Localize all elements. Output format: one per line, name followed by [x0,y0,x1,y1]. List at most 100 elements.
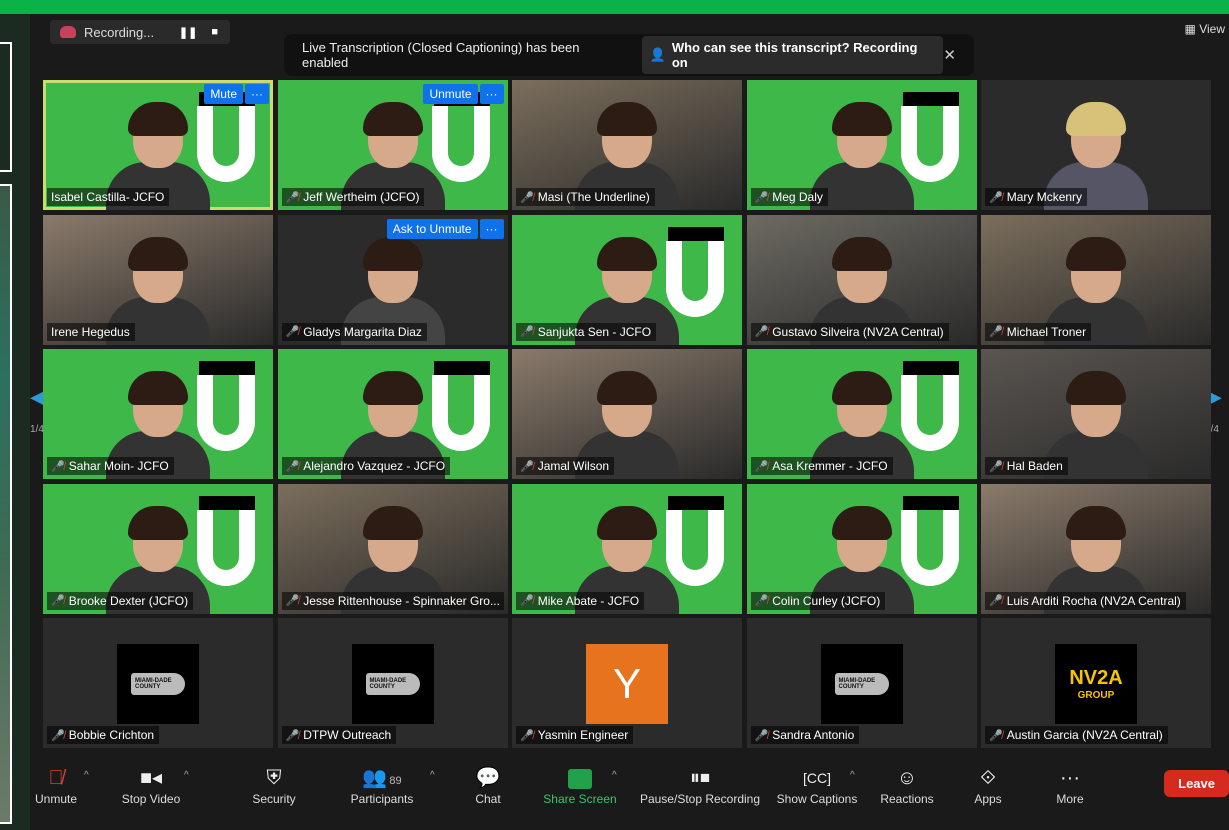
participant-tile[interactable]: 🎤̸ Jesse Rittenhouse - Spinnaker Gro... [277,483,508,614]
security-label: Security [252,792,296,806]
participant-tile[interactable]: 🎤̸ Gustavo Silveira (NV2A Central) [746,214,977,345]
mic-muted-icon: 🎤̸ [285,460,300,473]
emoji-plus-icon: ☺ [896,767,918,789]
participant-name: Bobbie Crichton [68,728,155,742]
stop-recording-icon[interactable]: ■ [211,26,218,39]
banner-text: Live Transcription (Closed Captioning) h… [302,40,580,70]
stop-video-label: Stop Video [121,792,181,806]
captions-options-caret[interactable]: ^ [850,770,855,781]
audio-options-caret[interactable]: ^ [84,770,89,781]
chat-button[interactable]: 💬 Chat [470,764,506,806]
participant-tile[interactable]: NV2A GROUP 🎤̸ Austin Garcia (NV2A Central) [981,618,1211,748]
side-panel-image [0,184,12,824]
participant-tile[interactable]: Unmute ··· 🎤̸ Jeff Wertheim (JCFO) [277,80,508,210]
participant-tile[interactable]: 🎤̸ Meg Daly [746,80,977,210]
participants-options-caret[interactable]: ^ [430,770,435,781]
participant-tile[interactable]: 🎤̸ Sahar Moin- JCFO [43,349,273,479]
participant-name-label: 🎤̸ Gladys Margarita Diaz [281,322,427,341]
participant-name: Gustavo Silveira (NV2A Central) [772,324,944,339]
mic-muted-icon: 🎤̸ [989,191,1003,204]
participant-tile[interactable]: 🎤̸ Mike Abate - JCFO [512,483,742,614]
county-logo: MIAMI-DADE COUNTY [117,644,199,724]
participant-tile[interactable]: 🎤̸ Masi (The Underline) [512,80,742,210]
participant-name: Luis Arditi Rocha (NV2A Central) [1006,593,1181,608]
participant-name: DTPW Outreach [303,728,392,742]
transcript-visibility-text: Who can see this transcript? Recording o… [671,40,918,70]
participant-name: Alejandro Vazquez - JCFO [303,459,446,473]
participant-name: Jesse Rittenhouse - Spinnaker Gro... [303,593,500,608]
participant-tile[interactable]: MIAMI-DADE COUNTY 🎤̸ Sandra Antonio [746,618,977,748]
tile-action-button[interactable]: Mute [204,84,243,104]
participant-tile[interactable]: 🎤̸ Jamal Wilson [512,349,742,479]
close-icon[interactable]: ✕ [943,46,956,64]
unmute-label: Unmute [34,792,78,806]
participant-name: Jeff Wertheim (JCFO) [303,190,420,204]
participant-name-label: 🎤̸ Hal Baden [985,457,1068,475]
share-options-caret[interactable]: ^ [612,770,617,781]
meeting-toolbar: 🎙̸ Unmute ^ ■◂ Stop Video ^ ⛨ Security 👥… [30,750,1229,830]
participant-name-label: 🎤̸ Alejandro Vazquez - JCFO [281,457,451,475]
participant-tile[interactable]: Y 🎤̸ Yasmin Engineer [512,618,742,748]
share-screen-icon [568,768,592,789]
pause-stop-recording-label: Pause/Stop Recording [639,792,761,806]
tile-more-button[interactable]: ··· [245,84,269,104]
show-captions-label: Show Captions [776,792,858,806]
participant-name-label: 🎤̸ Brooke Dexter (JCFO) [47,591,194,610]
participant-tile[interactable]: 🎤̸ Luis Arditi Rocha (NV2A Central) [981,483,1211,614]
participants-button[interactable]: 👥 89 Participants [346,764,418,806]
security-button[interactable]: ⛨ Security [248,764,300,806]
mic-muted-icon: 🎤̸ [51,595,65,607]
participant-tile[interactable]: 🎤̸ Alejandro Vazquez - JCFO [277,349,508,479]
mic-muted-icon: 🎤̸ [285,595,300,607]
participant-tile[interactable]: Ask to Unmute ··· 🎤̸ Gladys Margarita Diaz [277,214,508,345]
recording-indicator[interactable]: Recording... ❚❚ ■ [50,20,230,44]
tile-action-button[interactable]: Ask to Unmute [386,218,478,239]
participant-name: Colin Curley (JCFO) [772,593,881,608]
county-logo: MIAMI-DADE COUNTY [820,644,903,724]
participant-tile[interactable]: MIAMI-DADE COUNTY 🎤̸ DTPW Outreach [277,618,508,748]
county-logo-text: MIAMI-DADE COUNTY [131,673,185,695]
participant-tile[interactable]: 🎤̸ Mary Mckenry [981,80,1211,210]
tile-actions: Ask to Unmute ··· [386,218,504,239]
reactions-label: Reactions [880,792,934,806]
participant-tile[interactable]: 🎤̸ Hal Baden [981,349,1211,479]
participant-tile[interactable]: 🎤̸ Asa Kremmer - JCFO [746,349,977,479]
mic-muted-icon: 🎤̸ [285,729,300,742]
tile-action-button[interactable]: Unmute [423,84,478,104]
mic-muted-icon: 🎤̸ [51,729,65,742]
participant-name: Isabel Castilla- JCFO [51,190,165,204]
video-options-caret[interactable]: ^ [184,770,189,781]
avatar: Y [586,644,668,724]
tile-more-button[interactable]: ··· [479,84,504,104]
tile-actions: Mute ··· [204,84,269,104]
share-screen-button[interactable]: Share Screen [540,764,620,806]
nv2a-logo-text: NV2A [1069,667,1123,689]
transcript-visibility-link[interactable]: 👤 Who can see this transcript? Recording… [641,36,944,74]
leave-button[interactable]: Leave [1164,770,1229,797]
unmute-button[interactable]: 🎙̸ Unmute [30,764,82,806]
mic-muted-icon: 🎤̸ [754,729,769,742]
participant-tile[interactable]: 🎤̸ Michael Troner [981,214,1211,345]
stop-video-button[interactable]: ■◂ Stop Video [116,764,186,806]
participant-name-label: 🎤̸ Luis Arditi Rocha (NV2A Central) [985,591,1186,610]
apps-icon: ⟐ [980,767,996,789]
pause-stop-icon: ⏸⏹ [690,767,710,789]
show-captions-button[interactable]: [CC] Show Captions [774,764,860,806]
participant-name: Gladys Margarita Diaz [303,324,422,339]
participant-tile[interactable]: 🎤̸ Sanjukta Sen - JCFO [512,214,742,345]
apps-button[interactable]: ⟐ Apps [970,764,1006,806]
participant-tile[interactable]: Mute ··· Isabel Castilla- JCFO [43,80,273,210]
mic-muted-icon: 🎤̸ [989,595,1003,607]
participant-tile[interactable]: 🎤̸ Brooke Dexter (JCFO) [43,483,273,614]
participant-tile[interactable]: MIAMI-DADE COUNTY 🎤̸ Bobbie Crichton [43,618,273,748]
view-button[interactable]: ▦ View [1185,22,1225,36]
reactions-button[interactable]: ☺ Reactions [878,764,936,806]
pause-recording-icon[interactable]: ❚❚ [179,26,197,39]
pause-stop-recording-button[interactable]: ⏸⏹ Pause/Stop Recording [636,764,764,806]
participant-tile[interactable]: 🎤̸ Colin Curley (JCFO) [746,483,977,614]
tile-more-button[interactable]: ··· [479,218,504,239]
mic-muted-icon: 🎤̸ [989,729,1003,742]
participant-tile[interactable]: Irene Hegedus [43,214,273,345]
more-button[interactable]: ··· More [1052,764,1088,806]
mic-muted-icon: 🎤̸ [754,326,769,338]
